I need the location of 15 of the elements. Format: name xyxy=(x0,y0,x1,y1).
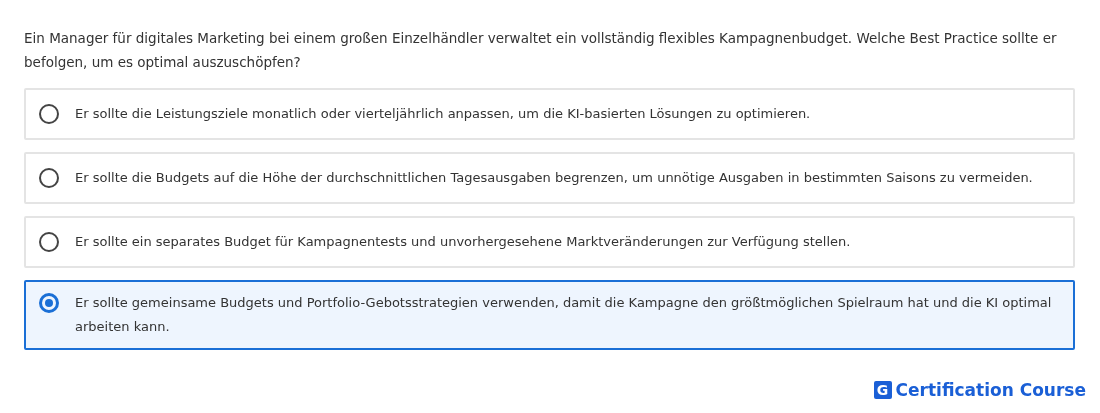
answer-option[interactable]: Er sollte die Leistungsziele monatlich oder vierteljährlich anpassen, um die KI-basierten Lösungen zu optimieren. xyxy=(24,88,1075,140)
question-text: Ein Manager für digitales Marketing bei einem großen Einzelhändler verwaltet ein vollständig flexibles Kampagnenbudget. Welche Best Practice sollte er befolgen, um es optimal auszuschöpfen? xyxy=(24,29,1058,72)
option-text: Er sollte gemeinsame Budgets und Portfolio-Gebotsstrategien verwenden, damit die Kampagne den größtmöglichen Spielraum hat und die KI optimal arbeiten kann. xyxy=(75,294,1053,336)
radio-button[interactable] xyxy=(39,168,59,188)
logo-mark: G xyxy=(873,381,892,400)
brand-name: Certification Course xyxy=(895,378,1086,402)
option-text: Er sollte ein separates Budget für Kampagnentests und unvorhergesehene Marktveränderungen zur Verfügung stellen. xyxy=(75,233,851,251)
option-text: Er sollte die Budgets auf die Höhe der durchschnittlichen Tagesausgaben begrenzen, um unnötige Ausgaben in bestimmten Saisons zu vermeiden. xyxy=(75,169,1033,187)
answer-option[interactable]: Er sollte ein separates Budget für Kampagnentests und unvorhergesehene Marktveränderungen zur Verfügung stellen. xyxy=(24,216,1075,268)
answer-option[interactable]: Er sollte gemeinsame Budgets und Portfolio-Gebotsstrategien verwenden, damit die Kampagne den größtmöglichen Spielraum hat und die KI optimal arbeiten kann. xyxy=(24,280,1075,350)
radio-button[interactable] xyxy=(39,232,59,252)
option-text: Er sollte die Leistungsziele monatlich oder vierteljährlich anpassen, um die KI-basierten Lösungen zu optimieren. xyxy=(75,105,811,123)
radio-button[interactable] xyxy=(39,293,59,313)
radio-button[interactable] xyxy=(39,104,59,124)
answer-option[interactable]: Er sollte die Budgets auf die Höhe der durchschnittlichen Tagesausgaben begrenzen, um unnötige Ausgaben in bestimmten Saisons zu vermeiden. xyxy=(24,152,1075,204)
